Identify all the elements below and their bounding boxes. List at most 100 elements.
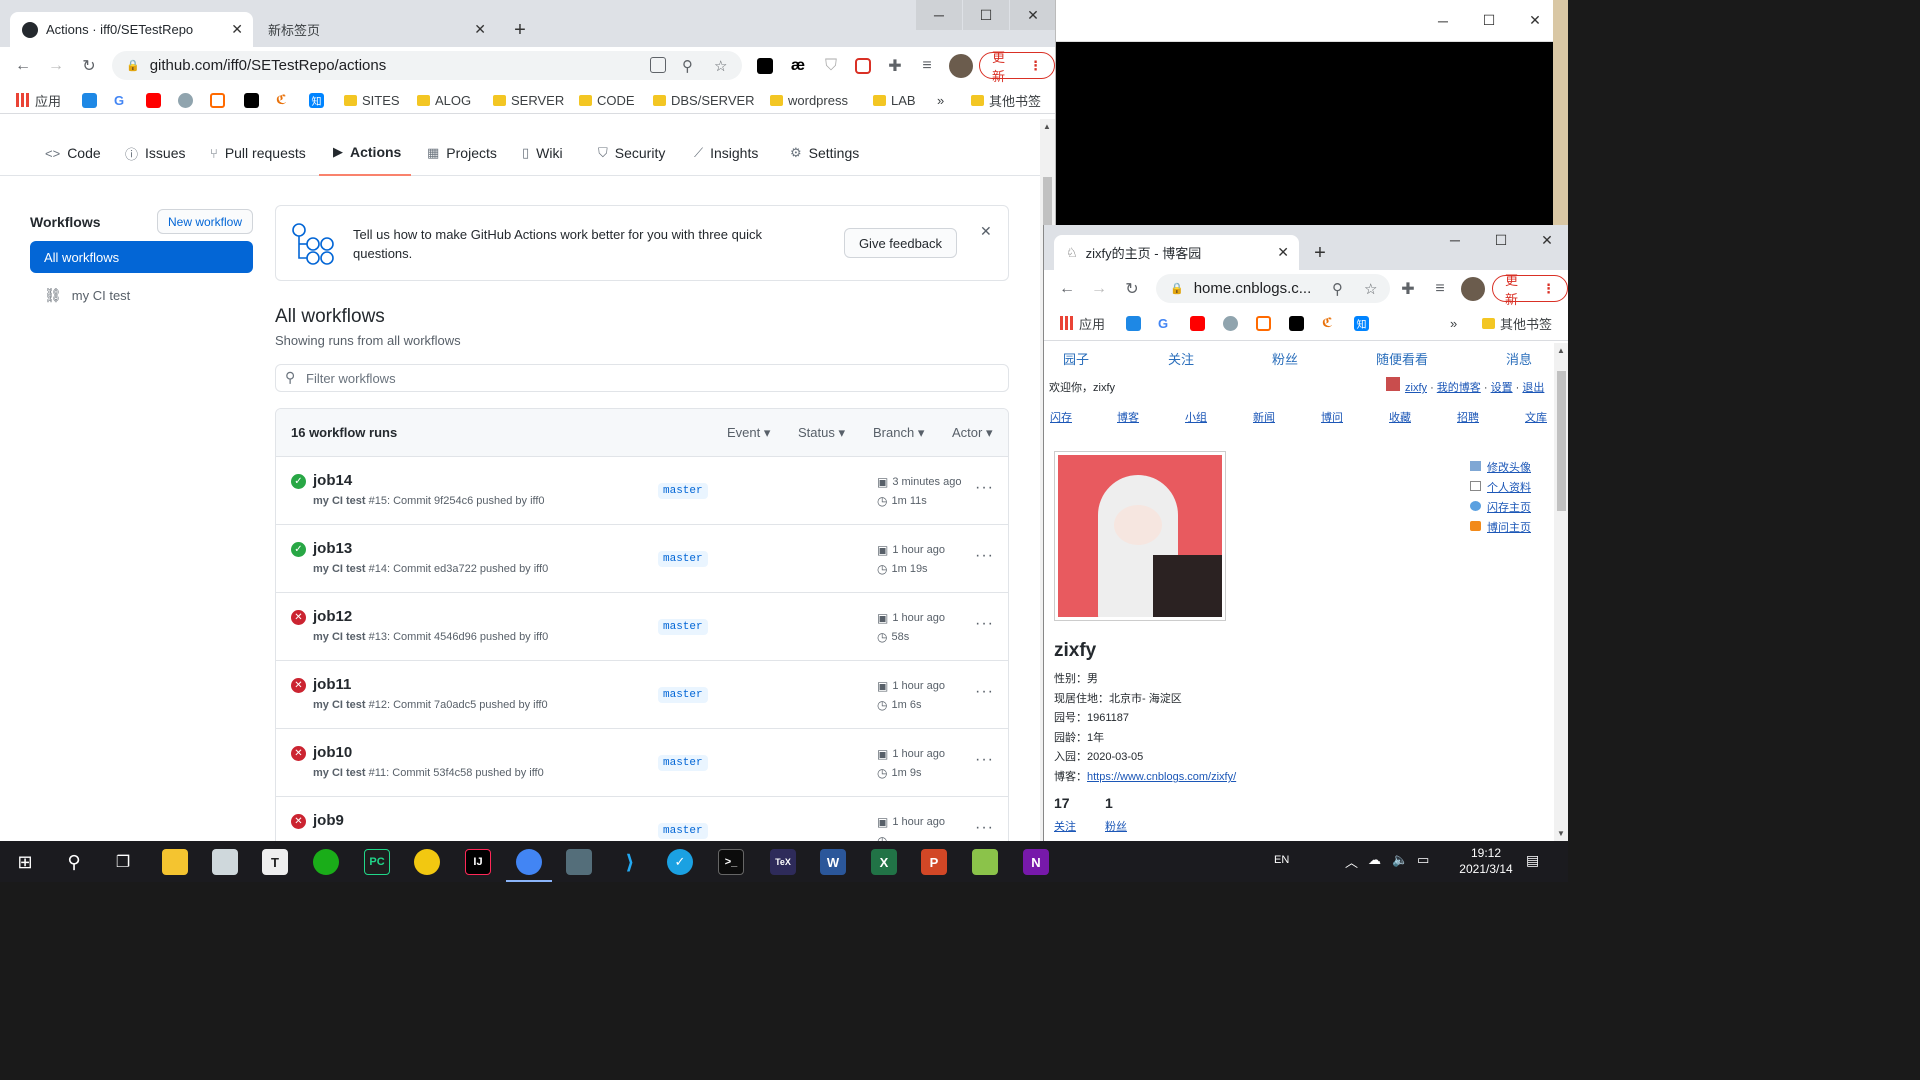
task-view-icon[interactable]: ❐: [110, 849, 136, 875]
scroll-down-arrow-icon[interactable]: ▼: [1557, 829, 1565, 838]
bookmark-folder-lab[interactable]: LAB: [873, 91, 916, 109]
bookmark-apps[interactable]: 应用: [1060, 314, 1105, 332]
bookmark-c[interactable]: ℭ: [276, 91, 287, 109]
bookmark-folder-dbs-server[interactable]: DBS/SERVER: [653, 91, 755, 109]
bookmarks-overflow[interactable]: »: [1450, 314, 1457, 332]
new-tab-plus-icon[interactable]: +: [1306, 239, 1334, 267]
scroll-up-arrow-icon[interactable]: ▲: [1557, 346, 1565, 355]
new-tab-plus-icon[interactable]: +: [506, 16, 534, 44]
filter-branch[interactable]: Branch ▾: [873, 425, 924, 441]
bookmark-aliyun[interactable]: [1256, 314, 1271, 332]
side-link-ask[interactable]: 博问主页: [1470, 518, 1531, 538]
minimize-icon[interactable]: ─: [1432, 225, 1478, 255]
extension-red-icon[interactable]: [853, 56, 873, 76]
link-my-blog[interactable]: 我的博客: [1437, 382, 1481, 394]
address-bar[interactable]: 🔒 home.cnblogs.c... ⚲ ☆: [1156, 274, 1390, 303]
subnav-jobs[interactable]: 招聘: [1457, 409, 1479, 425]
filter-status[interactable]: Status ▾: [798, 425, 845, 441]
filter-workflows-input[interactable]: ⚲ Filter workflows: [275, 364, 1009, 392]
all-workflows-item[interactable]: All workflows: [30, 241, 253, 273]
excel-icon[interactable]: X: [871, 849, 897, 875]
profile-avatar[interactable]: [1461, 277, 1485, 301]
volume-icon[interactable]: 🔈: [1392, 852, 1408, 868]
tab-insights[interactable]: ⟋ Insights: [694, 130, 758, 176]
subnav-favorites[interactable]: 收藏: [1389, 409, 1411, 425]
close-tab-icon[interactable]: ✕: [474, 21, 486, 38]
remote-desktop-icon[interactable]: [212, 849, 238, 875]
scroll-up-arrow-icon[interactable]: ▲: [1043, 122, 1051, 131]
run-title[interactable]: job11: [313, 676, 351, 693]
minimize-icon[interactable]: ─: [916, 0, 962, 30]
extensions-puzzle-icon[interactable]: ✚: [885, 56, 905, 76]
bookmark-star-icon[interactable]: ☆: [1364, 280, 1377, 298]
subnav-library[interactable]: 文库: [1525, 409, 1547, 425]
app-green-icon[interactable]: [972, 849, 998, 875]
tex-icon[interactable]: TeX: [770, 849, 796, 875]
intellij-icon[interactable]: IJ: [465, 849, 491, 875]
branch-badge[interactable]: master: [658, 483, 708, 499]
bookmarks-overflow[interactable]: »: [937, 91, 944, 109]
update-button[interactable]: 更新 ⋮: [979, 50, 1055, 84]
bookmark-edu[interactable]: [244, 91, 259, 109]
bookmark-folder-alog[interactable]: ALOG: [417, 91, 471, 109]
bookmark-youtube[interactable]: [146, 91, 161, 109]
bookmark-google[interactable]: G: [114, 91, 124, 109]
run-menu-kebab-icon[interactable]: ···: [975, 683, 994, 701]
bookmark-zhihu[interactable]: 知: [1354, 314, 1369, 332]
table-row[interactable]: ✕ job12 my CI test #13: Commit 4546d96 pus…: [276, 593, 1008, 661]
app-yellow-icon[interactable]: [414, 849, 440, 875]
table-row[interactable]: ✓ job14 my CI test #15: Commit 9f254c6 pus…: [276, 457, 1008, 525]
run-title[interactable]: job13: [313, 540, 352, 557]
branch-badge[interactable]: master: [658, 551, 708, 567]
word-icon[interactable]: W: [820, 849, 846, 875]
nav-guanzhu[interactable]: 关注: [1168, 349, 1194, 368]
app-gray-icon[interactable]: [566, 849, 592, 875]
branch-badge[interactable]: master: [658, 823, 708, 839]
run-menu-kebab-icon[interactable]: ···: [975, 751, 994, 769]
update-button[interactable]: 更新 ⋮: [1492, 273, 1568, 307]
powerpoint-icon[interactable]: P: [921, 849, 947, 875]
reading-list-icon[interactable]: ≡: [917, 56, 937, 76]
run-title[interactable]: job9: [313, 812, 344, 829]
new-workflow-button[interactable]: New workflow: [157, 209, 253, 234]
filter-actor[interactable]: Actor ▾: [952, 425, 993, 441]
tab-security[interactable]: ⛉ Security: [598, 130, 665, 176]
close-tab-icon[interactable]: ✕: [1277, 244, 1289, 261]
battery-icon[interactable]: ▭: [1417, 852, 1429, 868]
notification-icon[interactable]: ▤: [1526, 852, 1539, 869]
input-language[interactable]: EN: [1274, 854, 1289, 866]
chrome-icon[interactable]: [516, 849, 542, 875]
link-settings[interactable]: 设置: [1491, 382, 1513, 394]
table-row[interactable]: ✕ job11 my CI test #12: Commit 7a0adc5 pus…: [276, 661, 1008, 729]
bookmark-folder-code[interactable]: CODE: [579, 91, 635, 109]
back-arrow-icon[interactable]: ←: [13, 56, 33, 76]
subnav-news[interactable]: 新闻: [1253, 409, 1275, 425]
zoom-icon[interactable]: ⚲: [682, 57, 693, 75]
bookmark-zhihu[interactable]: 知: [309, 91, 324, 109]
run-title[interactable]: job14: [313, 472, 352, 489]
following-link[interactable]: 关注: [1054, 818, 1076, 834]
extension-shield-icon[interactable]: ⛉: [821, 56, 841, 76]
file-explorer-icon[interactable]: [162, 849, 188, 875]
close-icon[interactable]: ✕: [1512, 0, 1558, 41]
followers-link[interactable]: 粉丝: [1105, 818, 1127, 834]
typora-icon[interactable]: T: [262, 849, 288, 875]
tab-github-actions[interactable]: Actions · iff0/SETestRepo ✕: [10, 12, 253, 47]
maximize-icon[interactable]: ☐: [963, 0, 1009, 30]
side-link-avatar[interactable]: 修改头像: [1470, 458, 1531, 478]
bookmark-folder-other[interactable]: 其他书签: [1482, 314, 1552, 332]
kebab-menu-icon[interactable]: ⋮: [1029, 58, 1042, 74]
nav-fensi[interactable]: 粉丝: [1272, 349, 1298, 368]
side-link-profile[interactable]: 个人资料: [1470, 478, 1531, 498]
nav-messages[interactable]: 消息: [1506, 349, 1532, 368]
bookmark-star-icon[interactable]: ☆: [714, 57, 727, 75]
clock[interactable]: 19:12 2021/3/14: [1455, 845, 1517, 877]
tab-settings[interactable]: ⚙ Settings: [790, 130, 859, 176]
run-menu-kebab-icon[interactable]: ···: [975, 615, 994, 633]
subnav-blog[interactable]: 博客: [1117, 409, 1139, 425]
cloud-icon[interactable]: ☁: [1368, 852, 1381, 868]
minimize-icon[interactable]: ─: [1420, 0, 1466, 41]
subnav-ask[interactable]: 博问: [1321, 409, 1343, 425]
bookmark-folder-wordpress[interactable]: wordpress: [770, 91, 848, 109]
side-link-shancun[interactable]: 闪存主页: [1470, 498, 1531, 518]
